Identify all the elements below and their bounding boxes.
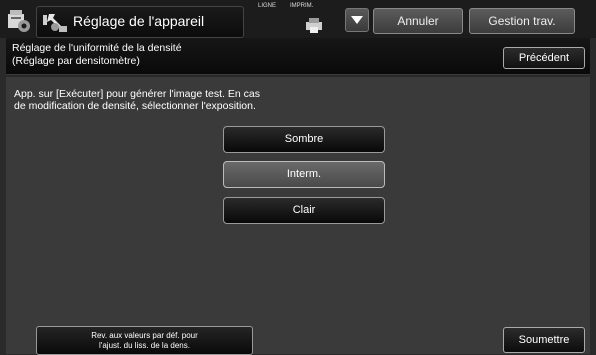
reset-defaults-button[interactable]: Rev. aux valeurs par déf. pour l'ajust. … (36, 326, 253, 355)
main-panel: App. sur [Exécuter] pour générer l'image… (6, 77, 590, 355)
job-status-button[interactable]: Gestion trav. (469, 8, 575, 34)
page-title: Réglage de l'appareil (73, 13, 205, 29)
printer-icon (304, 16, 324, 34)
reset-line-1: Rev. aux valeurs par déf. pour (91, 331, 198, 340)
instruction-line-1: App. sur [Exécuter] pour générer l'image… (14, 88, 260, 100)
instruction-text: App. sur [Exécuter] pour générer l'image… (14, 88, 260, 112)
dropdown-button[interactable] (345, 8, 369, 32)
exposure-dark-button[interactable]: Sombre (223, 126, 385, 153)
sub-title-line-2: (Réglage par densitomètre) (12, 55, 140, 67)
exposure-medium-button[interactable]: Interm. (223, 161, 385, 188)
instruction-line-2: de modification de densité, sélectionner… (14, 100, 256, 112)
title-bar: Réglage de l'appareil (36, 6, 244, 38)
back-button[interactable]: Précédent (503, 47, 585, 69)
top-bar: Réglage de l'appareil LIGNE IMPRIM. Annu… (0, 0, 596, 38)
print-status-label: IMPRIM. (290, 3, 314, 9)
cancel-button[interactable]: Annuler (373, 8, 463, 34)
sub-header: Réglage de l'uniformité de la densité (R… (6, 38, 590, 75)
line-status-label: LIGNE (258, 3, 277, 9)
triangle-down-icon (351, 16, 363, 24)
submit-button[interactable]: Soumettre (503, 327, 585, 353)
reset-line-2: l'ajust. du liss. de la dens. (99, 341, 190, 350)
wrench-settings-icon (41, 12, 69, 34)
sub-title-line-1: Réglage de l'uniformité de la densité (12, 42, 182, 54)
machine-settings-icon[interactable] (6, 8, 32, 34)
sub-title: Réglage de l'uniformité de la densité (R… (12, 42, 182, 68)
exposure-light-button[interactable]: Clair (223, 197, 385, 224)
